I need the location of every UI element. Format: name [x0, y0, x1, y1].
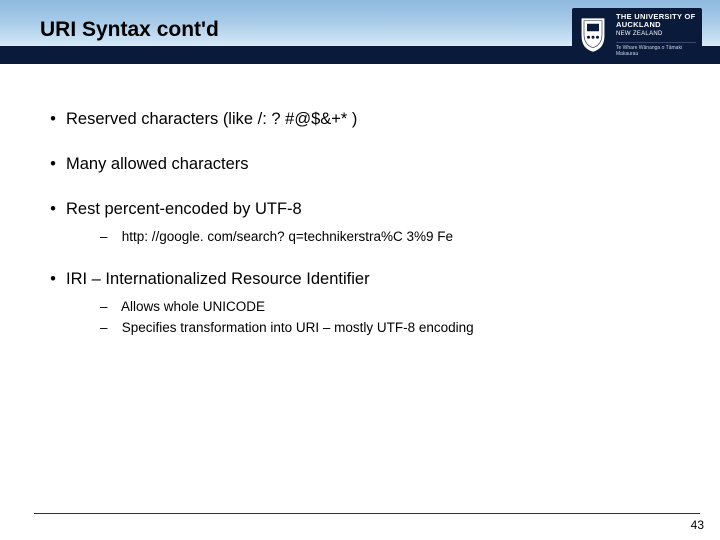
university-logo: THE UNIVERSITY OF AUCKLAND NEW ZEALAND T… — [572, 8, 702, 62]
dash-icon: – — [100, 229, 118, 244]
sub-text: http: //google. com/search? q=technikers… — [122, 229, 453, 244]
sub-item: – Specifies transformation into URI – mo… — [100, 320, 680, 335]
bullet-dot-icon: • — [40, 110, 66, 129]
logo-nz: NEW ZEALAND — [616, 31, 696, 38]
bullet-list: • Reserved characters (like /: ? #@$&+* … — [40, 110, 680, 335]
slide-title: URI Syntax cont'd — [40, 18, 219, 42]
logo-line2: AUCKLAND — [616, 21, 696, 29]
logo-maori: Te Whare Wānanga o Tāmaki Makaurau — [616, 46, 696, 57]
slide: URI Syntax cont'd THE UNIVERSITY OF AUCK… — [0, 0, 720, 540]
page-number: 43 — [691, 518, 704, 532]
bullet-text: Reserved characters (like /: ? #@$&+* ) — [66, 110, 357, 129]
list-item: • Rest percent-encoded by UTF-8 – http: … — [40, 200, 680, 244]
dash-icon: – — [100, 320, 118, 335]
bullet-text: Rest percent-encoded by UTF-8 — [66, 200, 302, 219]
bullet-text: Many allowed characters — [66, 155, 249, 174]
sub-text: Specifies transformation into URI – most… — [122, 320, 474, 335]
list-item: • IRI – Internationalized Resource Ident… — [40, 270, 680, 335]
footer-rule — [34, 513, 700, 514]
dash-icon: – — [100, 299, 118, 314]
bullet-dot-icon: • — [40, 200, 66, 219]
logo-text: THE UNIVERSITY OF AUCKLAND NEW ZEALAND T… — [614, 8, 702, 62]
bullet-dot-icon: • — [40, 270, 66, 289]
sub-list: – Allows whole UNICODE – Specifies trans… — [40, 299, 680, 335]
list-item: • Many allowed characters — [40, 155, 680, 174]
bullet-text: IRI – Internationalized Resource Identif… — [66, 270, 370, 289]
bullet-dot-icon: • — [40, 155, 66, 174]
sub-list: – http: //google. com/search? q=technike… — [40, 229, 680, 244]
content-area: • Reserved characters (like /: ? #@$&+* … — [40, 110, 680, 361]
sub-item: – Allows whole UNICODE — [100, 299, 680, 314]
crest-icon — [572, 8, 614, 62]
list-item: • Reserved characters (like /: ? #@$&+* … — [40, 110, 680, 129]
sub-text: Allows whole UNICODE — [121, 299, 265, 314]
sub-item: – http: //google. com/search? q=technike… — [100, 229, 680, 244]
header: URI Syntax cont'd THE UNIVERSITY OF AUCK… — [0, 0, 720, 72]
logo-separator — [616, 42, 696, 43]
